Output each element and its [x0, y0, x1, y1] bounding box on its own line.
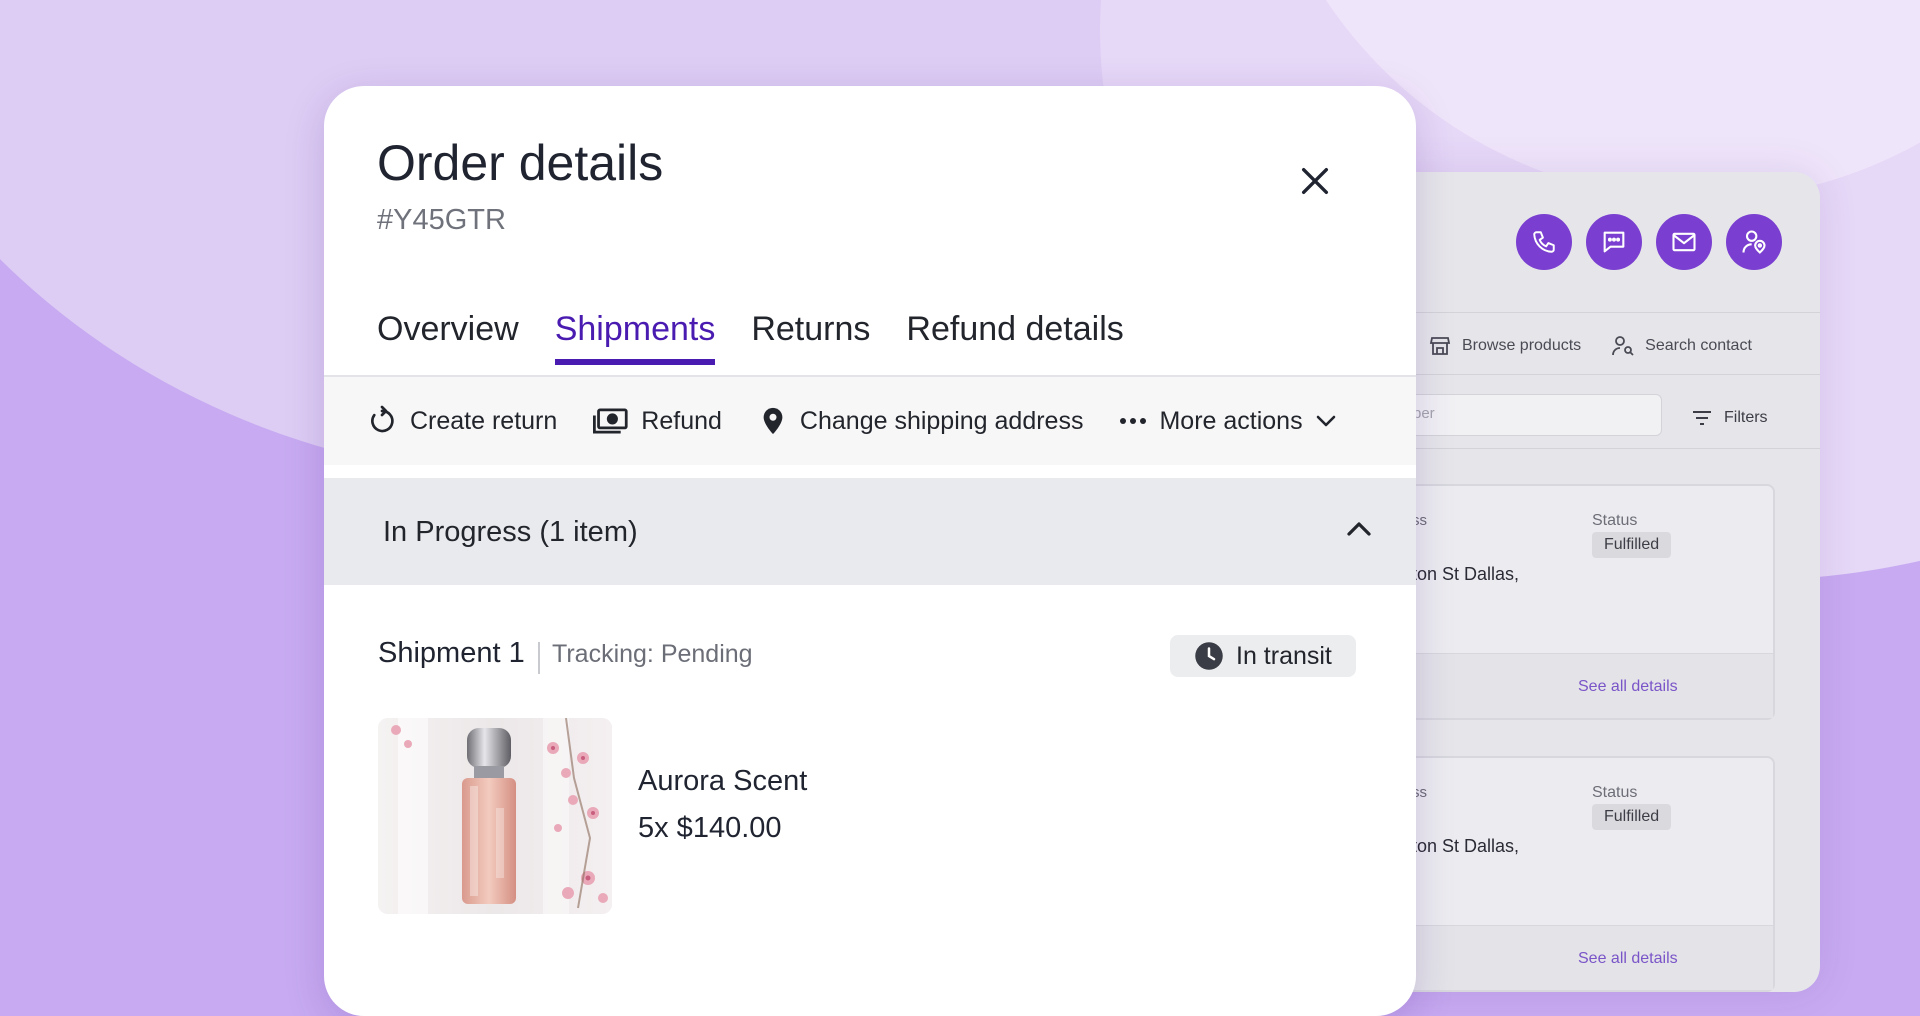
see-all-details-link[interactable]: See all details	[1578, 950, 1678, 968]
tab-returns[interactable]: Returns	[751, 310, 870, 365]
tab-shipments[interactable]: Shipments	[554, 310, 715, 365]
chat-icon	[1603, 231, 1625, 253]
more-actions-label: More actions	[1159, 406, 1303, 435]
status-badge: Fulfilled	[1592, 804, 1672, 830]
create-return-label: Create return	[410, 406, 558, 435]
background-app-panel: Browse products Search contact per Filte…	[1350, 172, 1820, 992]
chevron-down-icon	[1316, 415, 1335, 427]
mail-icon	[1672, 232, 1696, 252]
modal-title: Order details	[377, 135, 664, 191]
card-status-label: Status	[1592, 784, 1638, 801]
contact-actions	[1516, 214, 1782, 270]
more-actions-button[interactable]: More actions	[1119, 407, 1336, 436]
quick-links: Browse products Search contact	[1428, 334, 1752, 358]
search-contact-link[interactable]: Search contact	[1611, 334, 1752, 358]
in-progress-section-header[interactable]: In Progress (1 item)	[324, 478, 1416, 585]
browse-products-link[interactable]: Browse products	[1428, 334, 1581, 358]
refund-label: Refund	[641, 406, 722, 435]
tab-overview[interactable]: Overview	[377, 310, 519, 365]
change-shipping-address-button[interactable]: Change shipping address	[758, 404, 1084, 438]
contact-location-button[interactable]	[1726, 214, 1782, 270]
status-badge: Fulfilled	[1592, 532, 1672, 558]
location-pin-icon	[763, 407, 783, 435]
chat-button[interactable]	[1586, 214, 1642, 270]
card-address: ton St Dallas,	[1412, 564, 1520, 584]
browse-products-label: Browse products	[1462, 337, 1582, 354]
phone-icon	[1533, 231, 1555, 253]
person-location-icon	[1742, 230, 1766, 254]
order-id: #Y45GTR	[377, 204, 506, 236]
divider	[1350, 374, 1820, 375]
divider	[1350, 312, 1820, 313]
mail-button[interactable]	[1656, 214, 1712, 270]
card-status-label: Status	[1592, 512, 1638, 529]
shipment-separator	[538, 642, 540, 674]
see-all-details-link[interactable]: See all details	[1578, 678, 1678, 696]
tracking-status: Tracking: Pending	[552, 640, 753, 668]
filter-icon	[1693, 411, 1711, 425]
search-contact-label: Search contact	[1645, 337, 1752, 354]
section-title: In Progress (1 item)	[383, 516, 638, 548]
shipment-status-badge: In transit	[1170, 635, 1356, 677]
refresh-icon	[371, 405, 394, 433]
phone-button[interactable]	[1516, 214, 1572, 270]
perfume-bottle-image	[378, 718, 612, 914]
create-return-button[interactable]: Create return	[366, 405, 557, 437]
more-dots-icon	[1120, 418, 1147, 424]
product-name: Aurora Scent	[638, 765, 808, 797]
close-icon	[1301, 167, 1329, 195]
change-shipping-address-label: Change shipping address	[799, 406, 1084, 435]
order-details-modal: Order details #Y45GTR Overview Shipments…	[324, 86, 1416, 1016]
person-search-icon	[1612, 336, 1634, 356]
refund-button[interactable]: Refund	[593, 405, 722, 437]
tab-refund-details[interactable]: Refund details	[906, 310, 1123, 365]
tab-bar: Overview Shipments Returns Refund detail…	[377, 310, 1124, 365]
filters-button[interactable]: Filters	[1690, 406, 1768, 430]
store-icon	[1429, 337, 1451, 355]
money-icon	[593, 408, 628, 434]
filters-label: Filters	[1724, 409, 1768, 426]
card-address: ton St Dallas,	[1412, 836, 1520, 856]
close-button[interactable]	[1290, 156, 1340, 206]
shipment-title: Shipment 1	[378, 637, 525, 669]
product-price: 5x $140.00	[638, 812, 782, 844]
action-toolbar: Create return Refund Change shipping add…	[324, 377, 1416, 465]
clock-icon	[1195, 642, 1223, 670]
shipment-status-label: In transit	[1236, 641, 1332, 670]
divider	[1350, 448, 1820, 449]
chevron-up-icon	[1347, 522, 1371, 536]
product-image	[378, 718, 612, 914]
